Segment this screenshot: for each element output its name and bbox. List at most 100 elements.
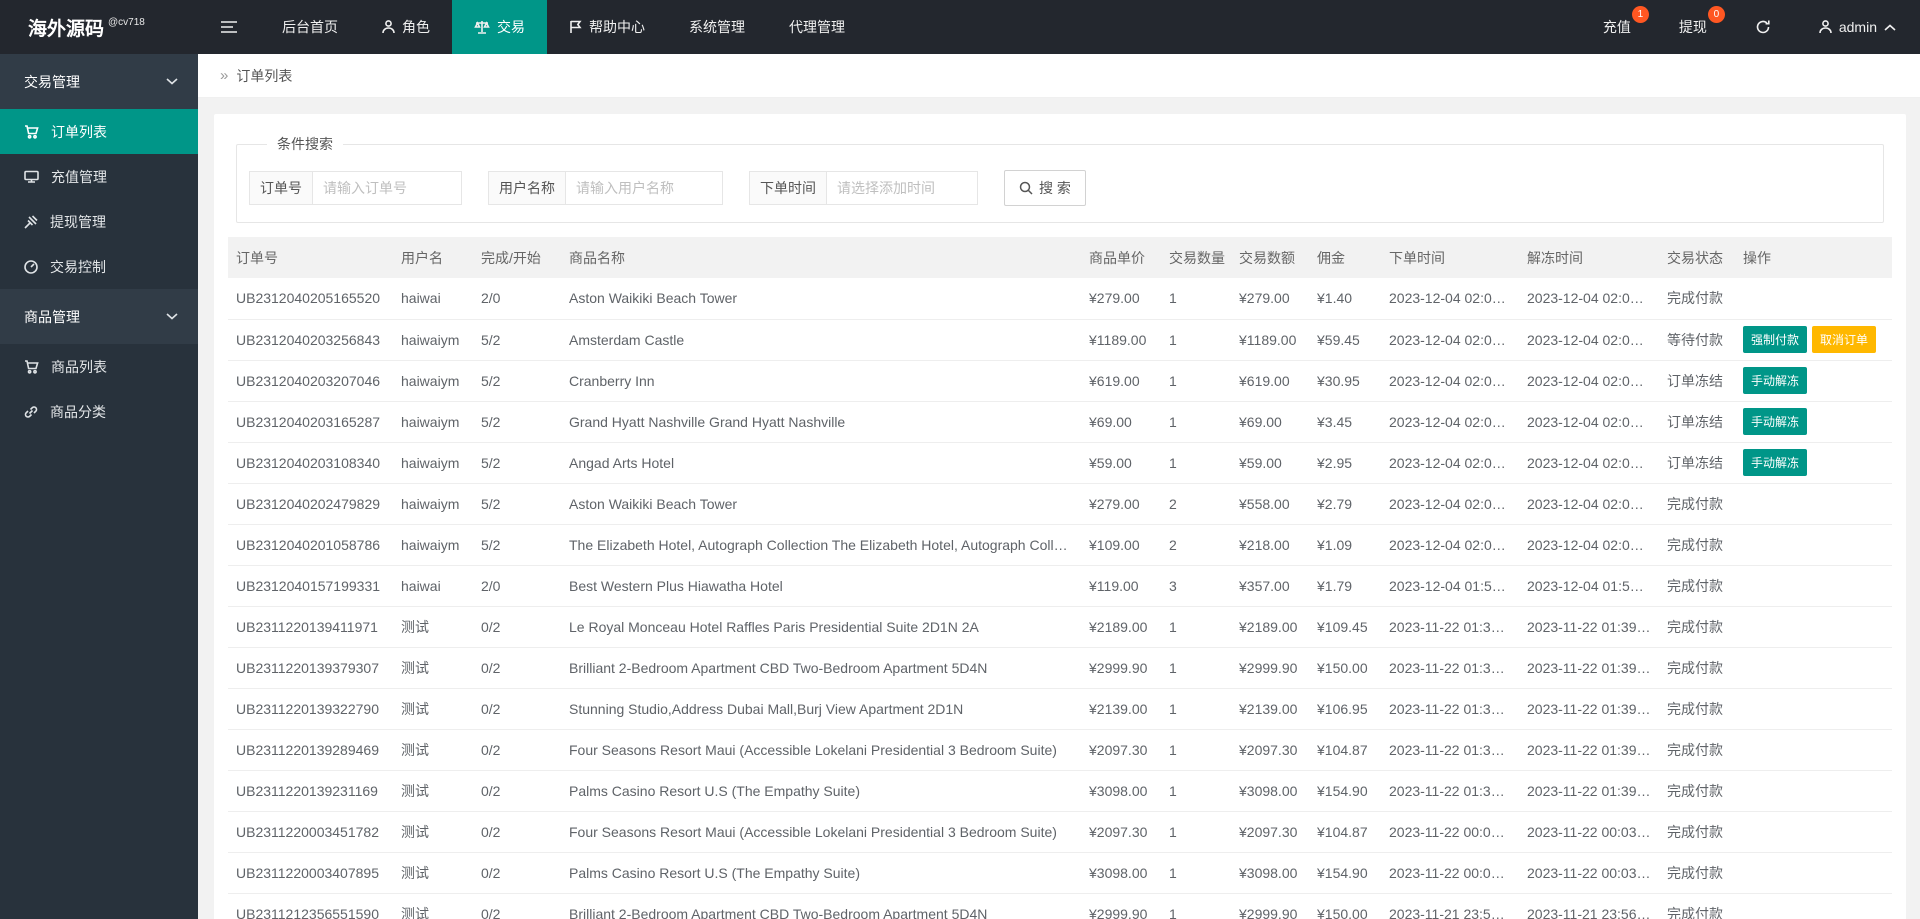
cell-ratio: 5/2 [473,360,561,402]
cell-user: haiwaiym [393,360,473,402]
group-label: 商品管理 [24,308,80,325]
user-menu[interactable]: admin [1795,0,1920,54]
withdraw-badge: 0 [1707,6,1725,23]
chevron-down-icon [166,313,178,320]
cell-qty: 2 [1161,483,1231,525]
cell-ratio: 5/2 [473,524,561,566]
cell-product: Best Western Plus Hiawatha Hotel [561,565,1081,607]
sidebar-item-product-category[interactable]: 商品分类 [0,389,198,434]
sidebar-item-order-list[interactable]: 订单列表 [0,109,198,154]
order-no-input[interactable] [312,171,462,205]
sidebar-item-recharge-management[interactable]: 充值管理 [0,154,198,199]
cell-product: Four Seasons Resort Maui (Accessible Lok… [561,729,1081,771]
cell-ratio: 2/0 [473,565,561,607]
cell-order-no: UB2311220139411971 [228,606,393,648]
cell-order-no: UB2312040201058786 [228,524,393,566]
sidebar-item-trade-control[interactable]: 交易控制 [0,244,198,289]
header-actions: 操作 [1735,237,1892,278]
cell-actions [1735,606,1892,648]
cell-order-no: UB2311212356551590 [228,893,393,919]
cell-status: 订单冻结 [1659,442,1735,484]
manual-unfreeze-button[interactable]: 手动解冻 [1743,367,1808,394]
cell-order-time: 2023-11-22 01:39:37 [1381,647,1519,689]
nav-item-trade[interactable]: 交易 [452,0,547,54]
cell-price: ¥619.00 [1081,360,1161,402]
cell-amount: ¥218.00 [1231,524,1309,566]
cell-amount: ¥3098.00 [1231,770,1309,812]
cell-price: ¥2999.90 [1081,647,1161,689]
sidebar-group-product-management[interactable]: 商品管理 [0,289,198,344]
gavel-icon [24,214,38,229]
withdraw-label: 提现 [1678,19,1707,35]
cell-order-time: 2023-11-21 23:56:55 [1381,893,1519,919]
order-table: 订单号 用户名 完成/开始 商品名称 商品单价 交易数量 交易数额 佣金 下单时… [228,237,1892,919]
cell-actions [1735,647,1892,689]
sidebar-item-withdraw-management[interactable]: 提现管理 [0,199,198,244]
header-commission: 佣金 [1309,237,1381,278]
cell-order-time: 2023-11-22 01:39:41 [1381,606,1519,648]
cell-price: ¥59.00 [1081,442,1161,484]
table-row: UB2312040157199331 haiwai 2/0 Best Western … [228,565,1892,607]
nav-item-roles[interactable]: 角色 [360,0,452,54]
sidebar-toggle-button[interactable] [198,0,260,54]
cell-user: 测试 [393,770,473,812]
cell-product: Brilliant 2-Bedroom Apartment CBD Two-Be… [561,893,1081,919]
cell-commission: ¥150.00 [1309,647,1381,689]
table-row: UB2311220139289469 测试 0/2 Four Seasons Reso… [228,729,1892,771]
manual-unfreeze-button[interactable]: 手动解冻 [1743,408,1808,435]
gauge-icon [24,259,38,274]
cell-ratio: 0/2 [473,811,561,853]
table-row: UB2311220139322790 测试 0/2 Stunning Studio,A… [228,688,1892,730]
cell-amount: ¥2999.90 [1231,647,1309,689]
cell-qty: 1 [1161,770,1231,812]
cell-unfreeze-time: 2023-11-22 01:39:41 [1519,647,1659,689]
order-time-input[interactable] [826,171,978,205]
cell-status: 完成付款 [1659,770,1735,812]
cell-amount: ¥279.00 [1231,278,1309,320]
sidebar-item-product-list[interactable]: 商品列表 [0,344,198,389]
cell-actions [1735,524,1892,566]
username-input[interactable] [565,171,723,205]
refresh-button[interactable] [1731,0,1795,54]
cell-unfreeze-time: 2023-12-04 02:01:10 [1519,524,1659,566]
recharge-link[interactable]: 充值 1 [1579,0,1655,54]
cell-amount: ¥69.00 [1231,401,1309,443]
cell-unfreeze-time: 2023-11-22 01:39:28 [1519,770,1659,812]
cell-order-time: 2023-12-04 02:01:05 [1381,524,1519,566]
order-list-card: 条件搜索 订单号 用户名称 下单时间 [214,114,1906,919]
cell-qty: 3 [1161,565,1231,607]
cell-order-time: 2023-11-22 01:39:32 [1381,688,1519,730]
cell-user: 测试 [393,811,473,853]
order-time-field-group: 下单时间 [749,171,978,205]
cell-user: 测试 [393,606,473,648]
cell-user: haiwaiym [393,524,473,566]
table-row: UB2312040205165520 haiwai 2/0 Aston Waikiki… [228,278,1892,320]
nav-item-dashboard[interactable]: 后台首页 [260,0,360,54]
header-status: 交易状态 [1659,237,1735,278]
nav-item-help-center[interactable]: 帮助中心 [547,0,667,54]
header-order-time: 下单时间 [1381,237,1519,278]
cell-qty: 1 [1161,442,1231,484]
cell-user: haiwaiym [393,319,473,361]
cell-order-no: UB2312040203207046 [228,360,393,402]
cancel-order-button[interactable]: 取消订单 [1812,326,1877,353]
card-icon [24,170,39,183]
cell-status: 完成付款 [1659,524,1735,566]
link-icon [24,405,38,419]
withdraw-link[interactable]: 提现 0 [1655,0,1731,54]
cell-order-no: UB2311220139231169 [228,770,393,812]
cell-amount: ¥1189.00 [1231,319,1309,361]
force-pay-button[interactable]: 强制付款 [1743,326,1808,353]
cell-price: ¥69.00 [1081,401,1161,443]
cell-order-time: 2023-12-04 02:03:20 [1381,360,1519,402]
nav-item-system[interactable]: 系统管理 [667,0,767,54]
search-button[interactable]: 搜 索 [1004,170,1086,206]
page-title: 订单列表 [236,67,293,84]
cell-user: 测试 [393,688,473,730]
nav-item-agents[interactable]: 代理管理 [767,0,867,54]
table-row: UB2311220003407895 测试 0/2 Palms Casino Reso… [228,852,1892,894]
cell-unfreeze-time: 2023-12-04 02:03:25 [1519,360,1659,402]
cell-user: 测试 [393,893,473,919]
manual-unfreeze-button[interactable]: 手动解冻 [1743,449,1808,476]
sidebar-group-trade-management[interactable]: 交易管理 [0,54,198,109]
